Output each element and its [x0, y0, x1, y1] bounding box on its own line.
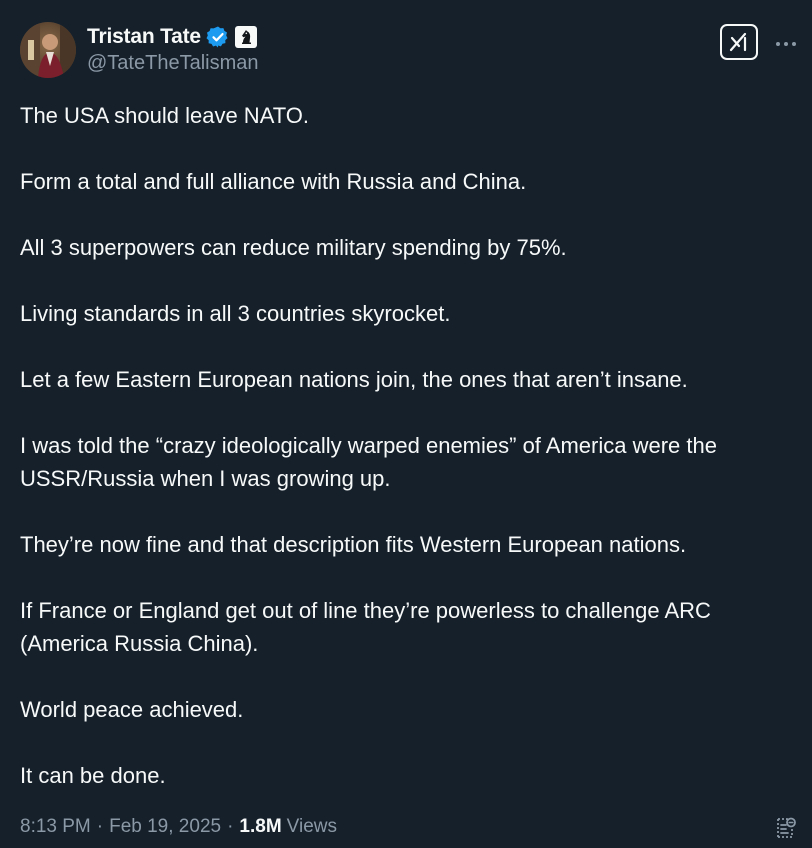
tweet-paragraph: Living standards in all 3 countries skyr… [20, 301, 451, 326]
chess-knight-icon[interactable] [234, 26, 257, 48]
author-handle[interactable]: @TateTheTalisman [87, 52, 258, 75]
tweet-paragraph: If France or England get out of line the… [20, 598, 711, 656]
tweet-paragraph: Form a total and full alliance with Russ… [20, 169, 527, 194]
grok-button[interactable] [720, 24, 758, 60]
tweet-text: The USA should leave NATO. Form a total … [20, 99, 800, 792]
tweet-paragraph: I was told the “crazy ideologically warp… [20, 433, 717, 491]
more-options-button[interactable] [772, 30, 800, 58]
tweet-paragraph: The USA should leave NATO. [20, 103, 309, 128]
tweet-paragraph: It can be done. [20, 763, 166, 788]
meta-separator: · [227, 816, 234, 837]
tweet-paragraph: They’re now fine and that description fi… [20, 532, 687, 557]
meta-separator: · [96, 816, 104, 837]
name-row: Tristan Tate [87, 24, 258, 50]
author-display-name[interactable]: Tristan Tate [87, 25, 201, 49]
tweet-paragraph: All 3 superpowers can reduce military sp… [20, 235, 567, 260]
grok-icon [729, 32, 747, 52]
tweet-paragraph: Let a few Eastern European nations join,… [20, 367, 688, 392]
views-count[interactable]: 1.8M [239, 816, 281, 838]
tweet-meta: 8:13 PM · Feb 19, 2025 · 1.8M Views [20, 816, 337, 838]
bookmark-summary-button[interactable] [771, 814, 799, 842]
verified-badge-icon[interactable] [206, 25, 230, 49]
more-options-icon [776, 42, 796, 46]
tweet-card: Tristan Tate @TateTheTalisman The USA sh… [0, 0, 812, 848]
tweet-date[interactable]: Feb 19, 2025 [109, 816, 221, 838]
avatar[interactable] [20, 22, 76, 78]
views-label: Views [286, 816, 337, 837]
avatar-image [20, 22, 76, 78]
author-block: Tristan Tate @TateTheTalisman [87, 24, 258, 75]
tweet-header: Tristan Tate @TateTheTalisman [20, 22, 796, 78]
tweet-paragraph: World peace achieved. [20, 697, 244, 722]
bookmark-summary-icon [777, 817, 796, 838]
tweet-time[interactable]: 8:13 PM [20, 816, 91, 838]
